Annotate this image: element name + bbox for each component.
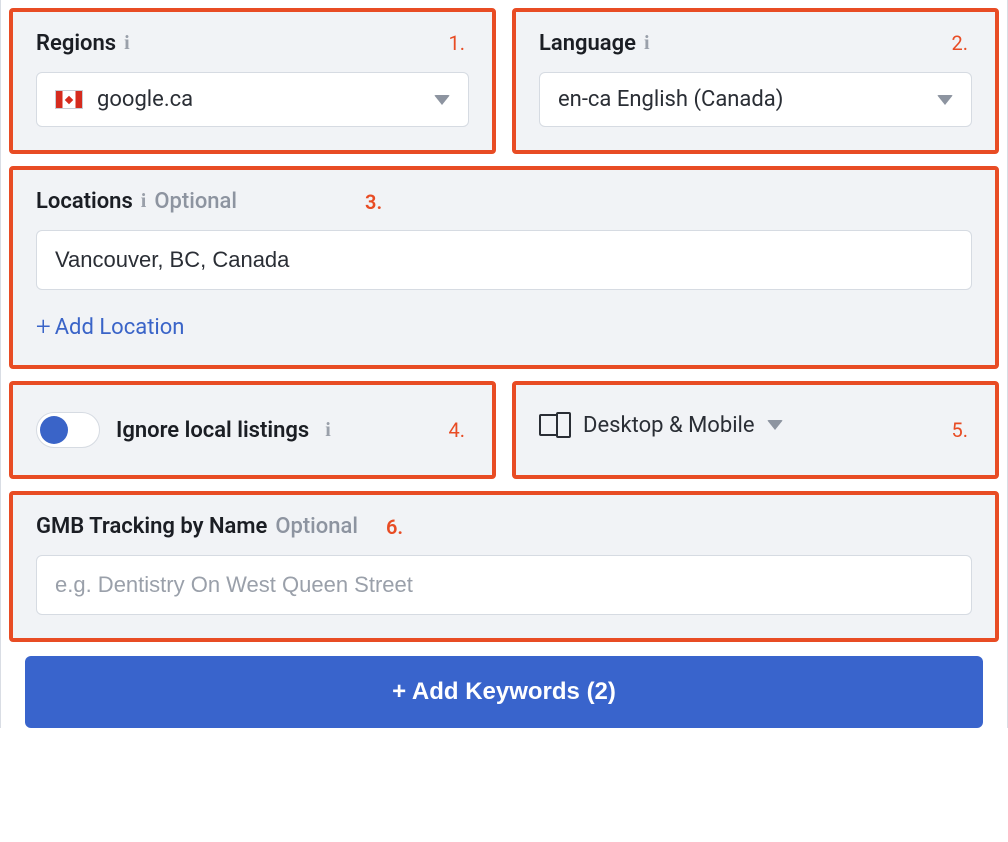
toggle-knob [40, 416, 68, 444]
annotation-4: 4. [448, 418, 465, 442]
locations-input[interactable] [36, 230, 972, 290]
annotation-3: 3. [365, 190, 382, 214]
annotation-5: 5. [951, 418, 968, 442]
locations-label: Locations i Optional 3. [36, 189, 972, 214]
devices-icon [539, 412, 571, 438]
add-keywords-button[interactable]: + Add Keywords (2) [25, 656, 983, 728]
language-label: Language i [539, 31, 972, 56]
ignore-listings-label: Ignore local listings [116, 418, 309, 443]
chevron-down-icon [937, 95, 953, 105]
locations-panel: Locations i Optional 3. + Add Location [11, 168, 997, 367]
language-panel: Language i 2. en-ca English (Canada) [514, 10, 997, 152]
regions-panel: Regions i 1. google.ca [11, 10, 494, 152]
ignore-listings-panel: Ignore local listings i 4. [11, 383, 494, 477]
add-location-button[interactable]: + Add Location [36, 312, 184, 342]
language-selected: en-ca English (Canada) [558, 87, 783, 112]
device-dropdown[interactable]: Desktop & Mobile [539, 394, 972, 456]
info-icon[interactable]: i [141, 190, 147, 213]
gmb-label: GMB Tracking by Name Optional 6. [36, 514, 972, 539]
gmb-optional: Optional [275, 514, 358, 539]
locations-optional: Optional [154, 189, 237, 214]
gmb-label-text: GMB Tracking by Name [36, 514, 267, 539]
regions-dropdown[interactable]: google.ca [36, 72, 469, 127]
language-dropdown[interactable]: en-ca English (Canada) [539, 72, 972, 127]
add-location-label: Add Location [55, 315, 185, 340]
chevron-down-icon [434, 95, 450, 105]
locations-label-text: Locations [36, 189, 133, 214]
regions-label-text: Regions [36, 31, 116, 56]
plus-icon: + [36, 312, 51, 342]
chevron-down-icon [767, 420, 783, 430]
ignore-listings-toggle[interactable] [36, 412, 100, 448]
device-panel: Desktop & Mobile 5. [514, 383, 997, 477]
info-icon[interactable]: i [124, 32, 130, 55]
annotation-2: 2. [951, 31, 968, 55]
annotation-1: 1. [448, 31, 465, 55]
regions-label: Regions i [36, 31, 469, 56]
ca-flag-icon [55, 90, 83, 109]
gmb-input[interactable] [36, 555, 972, 615]
annotation-6: 6. [386, 515, 403, 539]
language-label-text: Language [539, 31, 636, 56]
gmb-panel: GMB Tracking by Name Optional 6. [11, 493, 997, 640]
device-label: Desktop & Mobile [583, 413, 755, 438]
regions-selected: google.ca [97, 87, 193, 112]
info-icon[interactable]: i [325, 419, 331, 442]
info-icon[interactable]: i [644, 32, 650, 55]
